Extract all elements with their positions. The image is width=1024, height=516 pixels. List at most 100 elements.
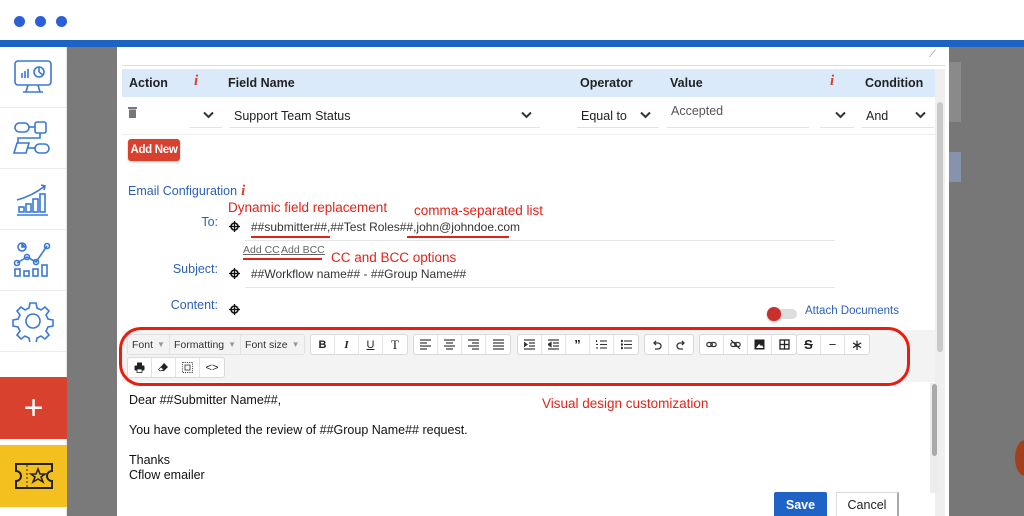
workflow-icon (12, 121, 50, 154)
add-bcc-link[interactable]: Add BCC (281, 244, 325, 256)
sidebar-add-button[interactable]: + (0, 377, 67, 439)
align-center-button[interactable] (438, 335, 462, 354)
annotation-underline (407, 236, 509, 238)
caret-down-icon: ▼ (291, 340, 300, 349)
align-justify-button[interactable] (486, 335, 510, 354)
strikethrough-button[interactable]: S (797, 335, 821, 354)
field-name-select[interactable]: Support Team Status (230, 104, 540, 128)
sidebar-item-settings[interactable] (0, 291, 66, 352)
condition-value: And (866, 108, 889, 123)
undo-button[interactable] (645, 335, 669, 354)
eraser-icon (158, 363, 168, 372)
toolbar-history (644, 334, 694, 355)
crosshair-icon[interactable] (229, 221, 240, 232)
bold-button[interactable]: B (311, 335, 335, 354)
link-button[interactable] (700, 335, 724, 354)
underline-button[interactable]: U (359, 335, 383, 354)
annotation-underline (243, 258, 322, 260)
blockquote-button[interactable]: ” (566, 335, 590, 354)
attach-documents-toggle[interactable] (767, 307, 797, 321)
table-row: Support Team Status Equal to Accepted An… (122, 99, 935, 135)
font-label: Font (132, 338, 154, 351)
ordered-list-icon (596, 340, 607, 349)
crosshair-icon[interactable] (229, 268, 240, 279)
dashboard-monitor-icon (14, 60, 52, 93)
ordered-list-button[interactable] (590, 335, 614, 354)
sidebar-item-workflow[interactable] (0, 108, 66, 169)
image-button[interactable] (748, 335, 772, 354)
indent-button[interactable] (518, 335, 542, 354)
info-icon[interactable]: i (241, 183, 245, 199)
annotation-cc-bcc: CC and BCC options (331, 250, 457, 265)
eraser-button[interactable] (152, 358, 176, 377)
font-size-dropdown[interactable]: Font size ▼ (241, 335, 304, 354)
email-config-title: Email Configuration i (128, 183, 245, 200)
table-icon (778, 339, 790, 350)
redo-button[interactable] (669, 335, 693, 354)
align-right-button[interactable] (462, 335, 486, 354)
special-char-button[interactable]: ∗ (845, 335, 869, 354)
add-cc-link[interactable]: Add CC (243, 244, 280, 256)
sidebar-item-dashboard[interactable] (0, 47, 66, 108)
horizontal-rule-icon: − (828, 337, 837, 352)
save-button[interactable]: Save (774, 492, 827, 516)
attach-documents-label[interactable]: Attach Documents (805, 305, 899, 317)
select-all-button[interactable] (176, 358, 200, 377)
add-new-button[interactable]: Add New (128, 139, 180, 161)
header-operator: Operator (580, 76, 633, 90)
email-content-editor[interactable]: Dear ##Submitter Name##, You have comple… (129, 393, 468, 483)
chevron-down-icon (640, 108, 651, 122)
modal-scrollbar-thumb[interactable] (937, 102, 943, 352)
unlink-button[interactable] (724, 335, 748, 354)
quote-icon: ” (574, 337, 581, 352)
font-dropdown[interactable]: Font ▼ (128, 335, 170, 354)
align-left-icon (420, 339, 431, 350)
editor-scrollbar-thumb[interactable] (932, 384, 937, 456)
value-input[interactable]: Accepted (667, 104, 809, 128)
unordered-list-button[interactable] (614, 335, 638, 354)
align-left-button[interactable] (414, 335, 438, 354)
toolbar-extra: <> (127, 357, 225, 378)
value-select[interactable] (820, 104, 854, 128)
info-icon[interactable]: i (194, 73, 198, 90)
caret-down-icon: ▼ (157, 340, 165, 349)
formatting-dropdown[interactable]: Formatting ▼ (169, 335, 242, 354)
table-button[interactable] (772, 335, 796, 354)
trash-icon[interactable] (128, 107, 137, 118)
settings-gear-icon (12, 302, 54, 342)
condition-select[interactable]: And (862, 104, 934, 128)
horizontal-rule-button[interactable]: − (821, 335, 845, 354)
ticket-star-icon (14, 463, 53, 489)
to-input[interactable]: ##submitter##,##Test Roles##,john@johndo… (251, 220, 520, 234)
italic-button[interactable]: I (335, 335, 359, 354)
content-label: Content: (170, 298, 218, 312)
value-text: Accepted (671, 104, 724, 118)
toolbar-insert (699, 334, 797, 355)
toolbar-misc: S − ∗ (796, 334, 870, 355)
redo-icon (675, 340, 685, 350)
crosshair-icon[interactable] (229, 304, 240, 315)
subject-input[interactable]: ##Workflow name## - ##Group Name## (251, 267, 466, 281)
source-code-button[interactable]: <> (200, 358, 224, 377)
info-icon[interactable]: i (830, 73, 834, 90)
align-justify-icon (492, 339, 504, 350)
sidebar-item-analytics[interactable] (0, 230, 66, 291)
annotation-comma-list: comma-separated list (414, 203, 544, 218)
outdent-button[interactable] (542, 335, 566, 354)
sidebar-item-reports[interactable] (0, 169, 66, 230)
print-button[interactable] (128, 358, 152, 377)
cancel-button[interactable]: Cancel (836, 492, 899, 516)
action-select[interactable] (190, 104, 222, 128)
toolbar-dropdowns: Font ▼ Formatting ▼ Font size ▼ (127, 334, 305, 355)
annotation-visual-design: Visual design customization (542, 396, 709, 411)
font-size-label: Font size (245, 338, 288, 351)
text-clear-button[interactable]: T (383, 335, 407, 354)
rule-table-header: Action i Field Name Operator Value i Con… (122, 69, 935, 97)
strikethrough-icon: S (804, 337, 813, 352)
sidebar-ticket-button[interactable] (0, 445, 67, 507)
operator-select[interactable]: Equal to (577, 104, 659, 128)
app-header-bar (0, 40, 1024, 47)
window-dot-icon (14, 16, 25, 27)
resize-grip-icon[interactable]: ⟋ (929, 49, 939, 60)
unlink-icon (730, 339, 741, 350)
